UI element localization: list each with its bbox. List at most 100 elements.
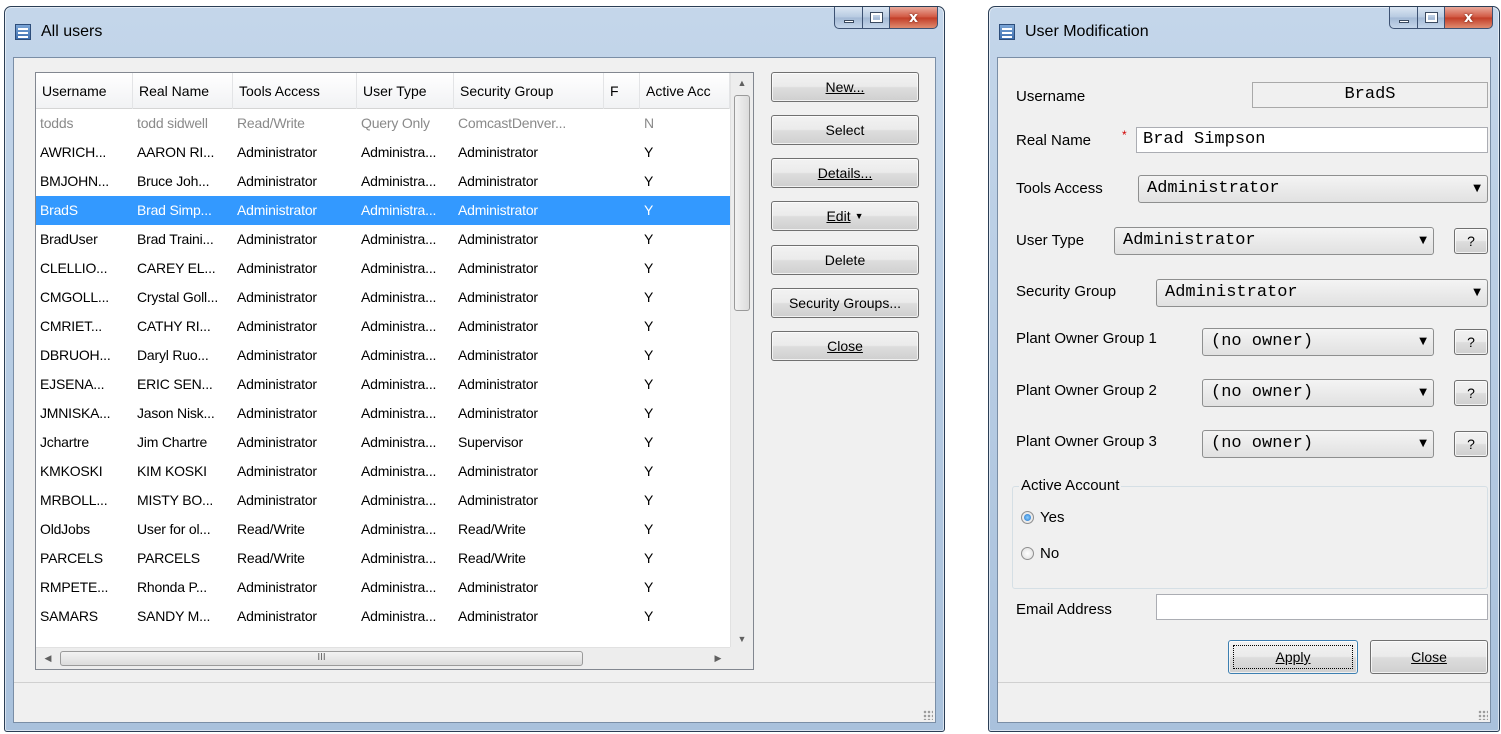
radio-unchecked-icon (1021, 547, 1034, 560)
maximize-button[interactable] (863, 7, 890, 29)
table-row[interactable]: Jchartre Jim Chartre Administrator Administ… (36, 428, 730, 457)
table-row[interactable]: KMKOSKI KIM KOSKI Administrator Administra.… (36, 457, 730, 486)
table-row[interactable]: PARCELS PARCELS Read/Write Administra... Rea… (36, 544, 730, 573)
minimize-icon (843, 20, 854, 23)
horizontal-scroll-thumb[interactable]: III (60, 651, 583, 666)
table-cell: Administra... (361, 463, 437, 479)
column-header-security-group[interactable]: Security Group (454, 73, 604, 109)
user-modification-titlebar[interactable]: User Modification x (989, 7, 1499, 57)
table-cell: Administrator (458, 202, 538, 218)
close-icon: x (1463, 9, 1474, 26)
close-button[interactable]: Close (1370, 640, 1488, 674)
user-type-select[interactable]: Administrator ▼ (1114, 227, 1434, 255)
email-address-field[interactable] (1156, 594, 1488, 620)
table-cell: Administrator (458, 579, 538, 595)
column-header-active-account[interactable]: Active Acc (640, 73, 730, 109)
select-button[interactable]: Select (771, 115, 919, 145)
vertical-scroll-thumb[interactable] (734, 95, 750, 311)
active-yes-radio[interactable]: Yes (1021, 509, 1064, 526)
close-window-button[interactable]: x (890, 7, 938, 29)
minimize-button[interactable] (834, 7, 863, 29)
column-header-f[interactable]: F (604, 73, 640, 109)
table-row[interactable]: DBRUOH... Daryl Ruo... Administrator Admini… (36, 341, 730, 370)
plant-owner-group-1-select[interactable]: (no owner) ▼ (1202, 328, 1434, 356)
table-cell: Administra... (361, 434, 437, 450)
table-cell: Read/Write (237, 521, 305, 537)
all-users-titlebar[interactable]: All users x (5, 7, 944, 57)
minimize-button[interactable] (1389, 7, 1418, 29)
vertical-scrollbar[interactable]: ▲ ▼ (730, 73, 753, 649)
active-no-radio[interactable]: No (1021, 545, 1059, 562)
column-header-tools-access[interactable]: Tools Access (233, 73, 357, 109)
table-cell: MISTY BO... (137, 492, 214, 508)
apply-button[interactable]: Apply (1228, 640, 1358, 674)
plant-owner-group-2-help-button[interactable]: ? (1454, 380, 1488, 406)
column-header-real-name[interactable]: Real Name (133, 73, 233, 109)
table-row[interactable]: CMRIET... CATHY RI... Administrator Adminis… (36, 312, 730, 341)
table-cell: CMGOLL... (40, 289, 109, 305)
scroll-right-icon[interactable]: ▶ (708, 648, 728, 668)
table-cell: Y (644, 289, 654, 305)
table-row[interactable]: BradUser Brad Traini... Administrator Admin… (36, 225, 730, 254)
plant-owner-group-3-value: (no owner) (1211, 434, 1314, 453)
table-row[interactable]: BMJOHN... Bruce Joh... Administrator Admini… (36, 167, 730, 196)
table-row[interactable]: MRBOLL... MISTY BO... Administrator Adminis… (36, 486, 730, 515)
close-window-button[interactable]: x (1445, 7, 1493, 29)
plant-owner-group-3-help-button[interactable]: ? (1454, 431, 1488, 457)
table-cell: Administrator (237, 202, 317, 218)
table-row[interactable]: JMNISKA... Jason Nisk... Administrator Admi… (36, 399, 730, 428)
table-cell: KMKOSKI (40, 463, 103, 479)
plant-owner-group-2-select[interactable]: (no owner) ▼ (1202, 379, 1434, 407)
table-cell: Administrator (458, 376, 538, 392)
table-cell: Administra... (361, 144, 437, 160)
table-row[interactable]: OldJobs User for ol... Read/Write Administr… (36, 515, 730, 544)
column-header-user-type[interactable]: User Type (357, 73, 454, 109)
maximize-icon (1424, 12, 1438, 23)
table-cell: Administrator (237, 492, 317, 508)
table-cell (604, 457, 640, 486)
table-row[interactable]: RMPETE... Rhonda P... Administrator Adminis… (36, 573, 730, 602)
table-cell: ERIC SEN... (137, 376, 213, 392)
table-cell: MRBOLL... (40, 492, 108, 508)
new-button[interactable]: New... (771, 72, 919, 102)
security-groups-button[interactable]: Security Groups... (771, 288, 919, 318)
table-cell: SANDY M... (137, 608, 211, 624)
table-row[interactable]: EJSENA... ERIC SEN... Administrator Adminis… (36, 370, 730, 399)
table-row[interactable]: BradS Brad Simp... Administrator Administra… (36, 196, 730, 225)
security-group-select[interactable]: Administrator ▼ (1156, 279, 1488, 307)
real-name-field[interactable]: Brad Simpson (1136, 127, 1488, 153)
user-type-help-button[interactable]: ? (1454, 228, 1488, 254)
edit-button[interactable]: Edit ▼ (771, 201, 919, 231)
table-cell (604, 283, 640, 312)
table-row[interactable]: AWRICH... AARON RI... Administrator Adminis… (36, 138, 730, 167)
table-cell: Administrator (458, 463, 538, 479)
table-cell: Y (644, 608, 654, 624)
new-button-label: New... (825, 79, 865, 95)
table-cell (604, 109, 640, 138)
table-row[interactable]: CMGOLL... Crystal Goll... Administrator Adm… (36, 283, 730, 312)
scroll-down-icon[interactable]: ▼ (731, 629, 753, 649)
resize-grip-icon[interactable] (923, 710, 933, 720)
users-list[interactable]: Username Real Name Tools Access User Typ… (35, 72, 754, 670)
table-cell (604, 602, 640, 631)
scroll-left-icon[interactable]: ◀ (38, 648, 58, 668)
table-cell: Query Only (361, 115, 430, 131)
dropdown-arrow-icon: ▼ (1419, 336, 1427, 347)
plant-owner-group-1-help-button[interactable]: ? (1454, 329, 1488, 355)
table-row[interactable]: todds todd sidwell Read/Write Query Only Com… (36, 109, 730, 138)
scroll-up-icon[interactable]: ▲ (731, 73, 753, 93)
table-cell: Administrator (458, 318, 538, 334)
delete-button[interactable]: Delete (771, 245, 919, 275)
table-row[interactable]: SAMARS SANDY M... Administrator Administra.… (36, 602, 730, 631)
horizontal-scrollbar[interactable]: ◀ III ▶ (36, 647, 730, 669)
details-button[interactable]: Details... (771, 158, 919, 188)
close-button[interactable]: Close (771, 331, 919, 361)
table-row[interactable]: CLELLIO... CAREY EL... Administrator Admini… (36, 254, 730, 283)
plant-owner-group-3-select[interactable]: (no owner) ▼ (1202, 430, 1434, 458)
user-modification-window: User Modification x Username BradS Real … (988, 6, 1500, 732)
scroll-grip: III (317, 652, 326, 663)
column-header-username[interactable]: Username (36, 73, 133, 109)
resize-grip-icon[interactable] (1478, 710, 1488, 720)
tools-access-select[interactable]: Administrator ▼ (1138, 175, 1488, 203)
maximize-button[interactable] (1418, 7, 1445, 29)
